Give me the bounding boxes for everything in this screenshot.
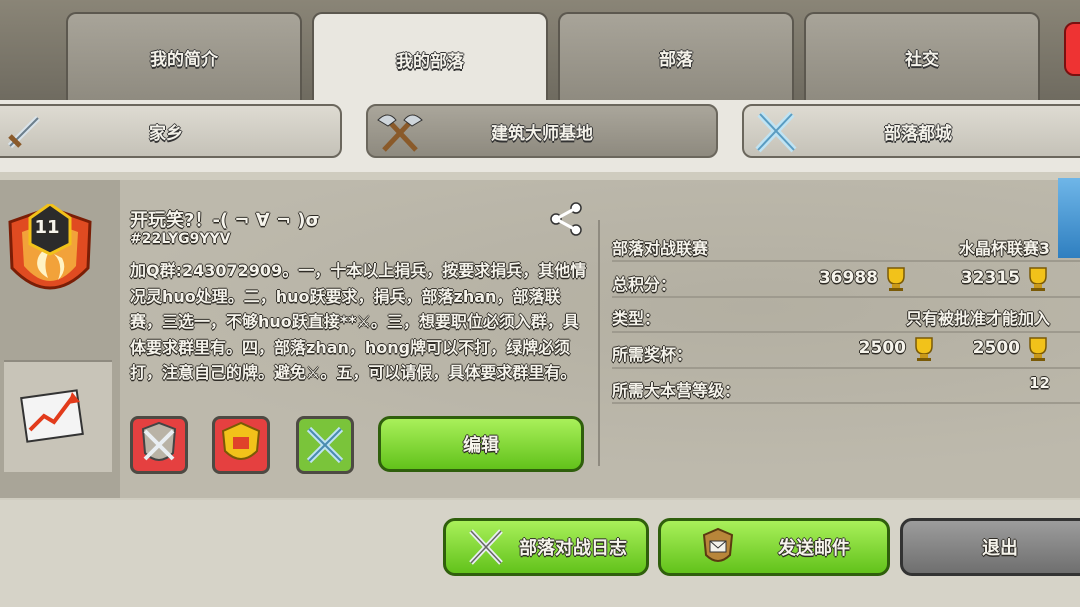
edit-button[interactable]: 编辑 bbox=[378, 416, 584, 472]
row-divider bbox=[612, 402, 1080, 404]
war-log-label: 部落对战日志 bbox=[519, 538, 627, 559]
builder-trophy-icon bbox=[1029, 337, 1047, 361]
required-th-label: 所需大本营等级： bbox=[612, 381, 741, 400]
clan-tag: #22LYG9YYV bbox=[130, 231, 231, 247]
mail-shield-icon bbox=[702, 527, 734, 562]
clan-games-button[interactable] bbox=[212, 416, 270, 474]
row-divider bbox=[612, 260, 1080, 262]
close-button[interactable] bbox=[1064, 22, 1080, 76]
subtab-label: 部落都城 bbox=[884, 123, 952, 144]
trophy-icon bbox=[887, 267, 905, 291]
share-icon[interactable] bbox=[550, 202, 584, 236]
subtab-clan-capital[interactable]: 部落都城 bbox=[742, 104, 1080, 158]
clan-level: 11 bbox=[34, 217, 60, 238]
clan-war-league-button[interactable] bbox=[130, 416, 188, 474]
required-trophies-1: 2500 bbox=[858, 338, 906, 358]
row-divider bbox=[612, 331, 1080, 333]
leave-button[interactable]: 退出 bbox=[900, 518, 1080, 576]
trophy-icon bbox=[915, 337, 933, 361]
tab-my-profile[interactable]: 我的简介 bbox=[66, 12, 302, 100]
send-mail-label: 发送邮件 bbox=[778, 538, 850, 559]
subtab-label: 家乡 bbox=[149, 123, 183, 144]
subtab-label: 建筑大师基地 bbox=[491, 123, 593, 144]
send-mail-button[interactable]: 发送邮件 bbox=[658, 518, 890, 576]
tab-label: 社交 bbox=[905, 49, 939, 70]
war-league-label: 部落对战联赛 bbox=[612, 239, 709, 258]
chart-trend-icon[interactable] bbox=[20, 384, 88, 444]
tab-label: 我的简介 bbox=[150, 49, 218, 70]
total-points-1: 36988 bbox=[818, 268, 878, 288]
ribbon-tab[interactable] bbox=[1058, 178, 1080, 258]
required-trophies-2: 2500 bbox=[972, 338, 1020, 358]
war-log-button[interactable]: 部落对战日志 bbox=[443, 518, 649, 576]
builder-trophy-icon bbox=[1029, 267, 1047, 291]
total-points-label: 总积分： bbox=[612, 275, 677, 294]
row-divider bbox=[612, 367, 1080, 369]
subtab-home-village[interactable]: 家乡 bbox=[0, 104, 342, 158]
type-label: 类型： bbox=[612, 309, 661, 328]
tab-clans[interactable]: 部落 bbox=[558, 12, 794, 100]
clan-capital-button[interactable] bbox=[296, 416, 354, 474]
tab-label: 部落 bbox=[659, 49, 693, 70]
sword-icon bbox=[7, 115, 41, 149]
subtab-builder-base[interactable]: 建筑大师基地 bbox=[366, 104, 718, 158]
required-trophies-label: 所需奖杯： bbox=[612, 345, 693, 364]
crossed-axes-icon bbox=[377, 114, 423, 152]
clan-name: 开玩笑?！-( ¬ ∀ ¬ )σ bbox=[130, 210, 320, 231]
gold-shield-icon bbox=[221, 421, 261, 460]
tab-my-clan[interactable]: 我的部落 bbox=[312, 12, 548, 104]
tab-label: 我的部落 bbox=[396, 51, 464, 72]
type-value: 只有被批准才能加入 bbox=[905, 309, 1050, 328]
war-shield-icon bbox=[141, 421, 177, 461]
clan-description: 加Q群:243072909。一，十本以上捐兵，按要求捐兵，其他情况灵huo处理。… bbox=[130, 261, 587, 382]
crossed-swords-icon bbox=[755, 111, 797, 153]
tab-social[interactable]: 社交 bbox=[804, 12, 1040, 100]
row-divider bbox=[612, 296, 1080, 298]
required-th-value: 12 bbox=[1029, 374, 1050, 392]
column-divider bbox=[598, 220, 600, 466]
crossed-swords-icon bbox=[469, 529, 503, 565]
war-league-value: 水晶杯联赛3 bbox=[958, 239, 1050, 258]
leave-label: 退出 bbox=[982, 538, 1018, 559]
edit-label: 编辑 bbox=[463, 435, 499, 456]
total-points-2: 32315 bbox=[960, 268, 1020, 288]
blue-swords-icon bbox=[306, 426, 344, 464]
